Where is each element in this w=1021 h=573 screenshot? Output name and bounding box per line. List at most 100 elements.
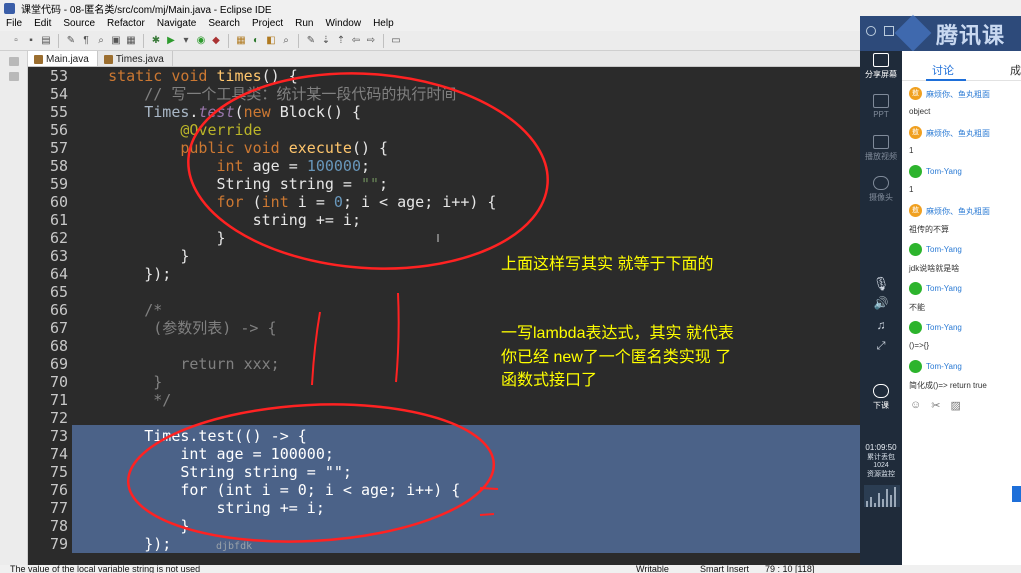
user-badge-icon <box>909 165 922 178</box>
share-screen-icon <box>873 53 889 67</box>
menu-file[interactable]: File <box>0 18 28 29</box>
chat-username[interactable]: 麻烦你、鱼丸粗面 <box>926 206 990 217</box>
line-number: 59 <box>49 175 68 193</box>
code-editor[interactable]: 53 static void times() {54 // 写一个工具类：统计某… <box>28 67 860 553</box>
camera-icon <box>873 176 889 190</box>
user-badge-icon <box>909 282 922 295</box>
tab-discussion[interactable]: 讨论 <box>932 62 954 78</box>
line-number: 74 <box>49 445 68 463</box>
run-dropdown-icon[interactable]: ▾ <box>180 35 192 47</box>
code-text: (参数列表) -> { <box>72 319 277 337</box>
external-tools-icon[interactable]: ◆ <box>210 35 222 47</box>
end-class-button[interactable]: 下课 <box>860 384 902 411</box>
window-icon[interactable] <box>884 26 894 36</box>
menu-source[interactable]: Source <box>57 18 101 29</box>
menu-edit[interactable]: Edit <box>28 18 57 29</box>
music-button[interactable]: ♫ <box>860 318 902 332</box>
search-toggle-icon[interactable]: ⌕ <box>95 35 107 47</box>
chat-message-text: ()=>{} <box>909 341 930 350</box>
share-screen-button[interactable]: 分享屏幕 <box>860 53 902 80</box>
fullscreen-button[interactable]: ⤢ <box>860 340 902 353</box>
discussion-panel: 讨论 成 敖麻烦你、鱼丸粗面 object 敖麻烦你、鱼丸粗面 1 Tom-Yang 1 敖… <box>902 51 1021 565</box>
code-line: 69 return xxx; <box>28 355 860 373</box>
run-icon[interactable]: ▶ <box>165 35 177 47</box>
chat-message-text: 简化成()=> return true <box>909 381 987 390</box>
chat-username[interactable]: Tom-Yang <box>926 245 962 254</box>
ppt-icon <box>873 94 889 108</box>
new-class-icon[interactable]: ◐ <box>250 35 262 47</box>
user-badge-icon <box>909 321 922 334</box>
chat-username[interactable]: Tom-Yang <box>926 284 962 293</box>
chat-username[interactable]: 麻烦你、鱼丸粗面 <box>926 89 990 100</box>
scribble-text: djbfdk <box>216 541 253 552</box>
block-icon[interactable]: ▦ <box>125 35 137 47</box>
search-icon[interactable]: ⌕ <box>280 35 292 47</box>
back-icon[interactable]: ⇦ <box>350 35 362 47</box>
debug-icon[interactable]: ✱ <box>150 35 162 47</box>
scissors-icon[interactable]: ✂ <box>931 399 940 412</box>
menu-project[interactable]: Project <box>246 18 289 29</box>
format-icon[interactable]: ¶ <box>80 35 92 47</box>
chat-username[interactable]: Tom-Yang <box>926 167 962 176</box>
prev-annotation-icon[interactable]: ⇡ <box>335 35 347 47</box>
code-text: } <box>72 229 226 247</box>
toolbar-separator <box>298 33 299 48</box>
print-icon[interactable]: ▤ <box>40 35 52 47</box>
line-number: 69 <box>49 355 68 373</box>
view-icon[interactable]: ▣ <box>110 35 122 47</box>
line-number: 75 <box>49 463 68 481</box>
code-text: int age = 100000; <box>72 445 334 463</box>
line-number: 66 <box>49 301 68 319</box>
menu-search[interactable]: Search <box>202 18 246 29</box>
tab-members[interactable]: 成 <box>1010 62 1021 78</box>
tab-times-java[interactable]: Times.java <box>98 51 173 66</box>
line-number: 77 <box>49 499 68 517</box>
save-icon[interactable]: ▪ <box>25 35 37 47</box>
forward-icon[interactable]: ⇨ <box>365 35 377 47</box>
active-tab-underline <box>926 79 966 81</box>
menu-window[interactable]: Window <box>319 18 367 29</box>
coverage-icon[interactable]: ◉ <box>195 35 207 47</box>
ppt-button[interactable]: PPT <box>860 94 902 119</box>
play-video-button[interactable]: 播放视频 <box>860 135 902 162</box>
line-number: 71 <box>49 391 68 409</box>
tab-main-java[interactable]: Main.java <box>28 51 98 66</box>
code-line: 67 (参数列表) -> { <box>28 319 860 337</box>
line-number: 67 <box>49 319 68 337</box>
java-file-icon <box>103 55 113 64</box>
scroll-to-bottom-button[interactable] <box>1012 486 1021 502</box>
minimized-view-icon[interactable] <box>9 57 19 66</box>
menu-run[interactable]: Run <box>289 18 319 29</box>
chat-username[interactable]: 麻烦你、鱼丸粗面 <box>926 128 990 139</box>
chat-username[interactable]: Tom-Yang <box>926 323 962 332</box>
emoji-icon[interactable]: ☺ <box>910 399 921 411</box>
editor-tabs: Main.java Times.java <box>28 51 860 67</box>
annotation-icon[interactable]: ✎ <box>305 35 317 47</box>
new-icon[interactable]: ▫ <box>10 35 22 47</box>
microphone-button[interactable]: 🎙 <box>860 276 902 292</box>
status-writable: Writable <box>636 565 669 573</box>
new-package-icon[interactable]: ▦ <box>235 35 247 47</box>
settings-icon[interactable] <box>866 26 876 36</box>
next-annotation-icon[interactable]: ⇣ <box>320 35 332 47</box>
chat-username[interactable]: Tom-Yang <box>926 362 962 371</box>
menu-help[interactable]: Help <box>367 18 400 29</box>
minimized-view-icon[interactable] <box>9 72 19 81</box>
pin-icon[interactable]: ✎ <box>65 35 77 47</box>
line-number: 63 <box>49 247 68 265</box>
code-text: string += i; <box>72 211 361 229</box>
menu-refactor[interactable]: Refactor <box>101 18 151 29</box>
camera-button[interactable]: 摄像头 <box>860 176 902 203</box>
code-line: 54 // 写一个工具类：统计某一段代码的执行时间 <box>28 85 860 103</box>
menu-navigate[interactable]: Navigate <box>151 18 202 29</box>
open-type-icon[interactable]: ◧ <box>265 35 277 47</box>
speaker-button[interactable]: 🔊 <box>860 296 902 310</box>
user-badge-icon: 敖 <box>909 126 922 139</box>
code-text: string += i; <box>72 499 325 517</box>
perspective-icon[interactable]: ▭ <box>390 35 402 47</box>
toolbar-separator <box>228 33 229 48</box>
line-number: 79 <box>49 535 68 553</box>
line-number: 62 <box>49 229 68 247</box>
image-icon[interactable]: ▨ <box>950 399 960 412</box>
code-line: 62 } <box>28 229 860 247</box>
